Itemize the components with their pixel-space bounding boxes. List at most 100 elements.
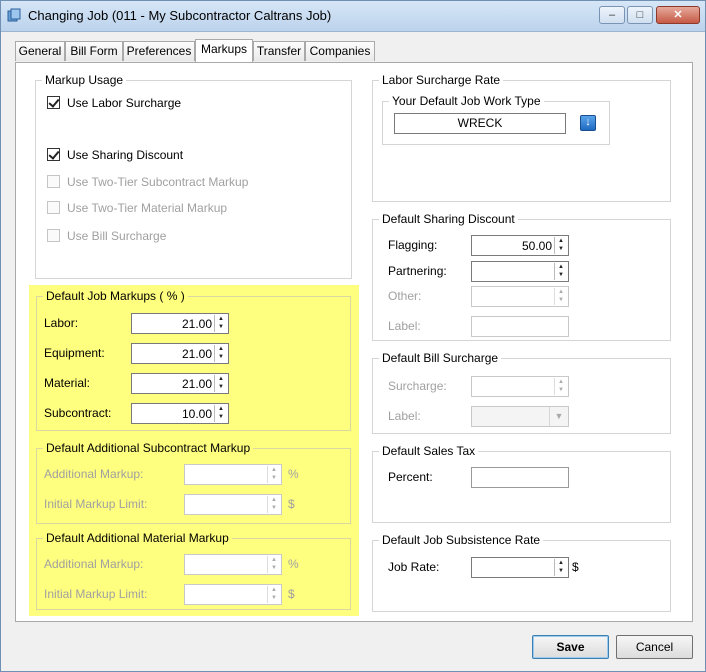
- material-label: Material:: [44, 376, 91, 390]
- other-spinner[interactable]: ▲ ▼: [554, 288, 567, 305]
- mat-initial-limit-spinner[interactable]: ▲ ▼: [267, 586, 280, 603]
- mat-initial-limit-unit: $: [288, 587, 295, 601]
- use-labor-surcharge-label[interactable]: Use Labor Surcharge: [67, 96, 181, 110]
- spin-down-icon: ▼: [558, 297, 564, 303]
- material-spinner[interactable]: ▲ ▼: [214, 375, 227, 392]
- equipment-markup-value: 21.00: [181, 347, 212, 361]
- tab-preferences[interactable]: Preferences: [123, 41, 195, 61]
- other-input[interactable]: ▲ ▼: [471, 286, 569, 307]
- labor-surcharge-rate-title: Labor Surcharge Rate: [379, 73, 504, 87]
- subsistence-group: Default Job Subsistence Rate Job Rate: ▲…: [372, 533, 671, 612]
- equipment-markup-input[interactable]: 21.00 ▲ ▼: [131, 343, 229, 364]
- spin-down-icon: ▼: [558, 272, 564, 278]
- close-button[interactable]: ✕: [656, 6, 700, 24]
- use-bill-surcharge-checkbox[interactable]: [47, 229, 60, 242]
- spin-up-icon: ▲: [558, 238, 564, 244]
- mat-initial-limit-label: Initial Markup Limit:: [44, 587, 148, 601]
- mat-additional-unit: %: [288, 557, 299, 571]
- sub-additional-markup-input[interactable]: ▲ ▼: [184, 464, 282, 485]
- material-markup-input[interactable]: 21.00 ▲ ▼: [131, 373, 229, 394]
- sharing-label-input[interactable]: [471, 316, 569, 337]
- chevron-down-icon[interactable]: ▼: [549, 407, 568, 426]
- spin-up-icon: ▲: [218, 376, 224, 382]
- mat-additional-markup-input[interactable]: ▲ ▼: [184, 554, 282, 575]
- labor-markup-input[interactable]: 21.00 ▲ ▼: [131, 313, 229, 334]
- subcontract-markup-input[interactable]: 10.00 ▲ ▼: [131, 403, 229, 424]
- additional-material-title: Default Additional Material Markup: [43, 531, 232, 545]
- spin-up-icon: ▲: [218, 316, 224, 322]
- sharing-discount-group: Default Sharing Discount Flagging: 50.00…: [372, 212, 671, 341]
- flagging-spinner[interactable]: ▲ ▼: [554, 237, 567, 254]
- use-sharing-discount-label[interactable]: Use Sharing Discount: [67, 148, 183, 162]
- work-type-dropdown-button[interactable]: ↓: [580, 115, 596, 131]
- maximize-button[interactable]: □: [627, 6, 653, 24]
- close-icon: ✕: [673, 9, 683, 21]
- spin-up-icon: ▲: [271, 587, 277, 593]
- work-type-group: Your Default Job Work Type WRECK ↓: [382, 94, 610, 145]
- cancel-button[interactable]: Cancel: [616, 635, 693, 659]
- partnering-spinner[interactable]: ▲ ▼: [554, 263, 567, 280]
- spin-down-icon: ▼: [558, 387, 564, 393]
- mat-initial-limit-input[interactable]: ▲ ▼: [184, 584, 282, 605]
- use-two-tier-material-checkbox[interactable]: [47, 201, 60, 214]
- sub-additional-markup-label: Additional Markup:: [44, 467, 144, 481]
- labor-spinner[interactable]: ▲ ▼: [214, 315, 227, 332]
- other-label: Other:: [388, 289, 422, 303]
- minimize-button[interactable]: –: [599, 6, 625, 24]
- spin-up-icon: ▲: [218, 346, 224, 352]
- markups-panel: Markup Usage Use Labor Surcharge Use Sha…: [15, 62, 693, 622]
- tab-transfer[interactable]: Transfer: [253, 41, 305, 61]
- job-markups-highlight: Default Job Markups ( % ) Labor: 21.00 ▲…: [29, 285, 359, 616]
- flagging-label: Flagging:: [388, 238, 438, 252]
- work-type-field[interactable]: WRECK: [394, 113, 566, 134]
- partnering-input[interactable]: ▲ ▼: [471, 261, 569, 282]
- sales-tax-percent-input[interactable]: [471, 467, 569, 488]
- title-bar[interactable]: Changing Job (011 - My Subcontractor Cal…: [1, 1, 705, 32]
- bill-surcharge-group: Default Bill Surcharge Surcharge: ▲ ▼ Lab…: [372, 351, 671, 434]
- spin-up-icon: ▲: [218, 406, 224, 412]
- flagging-input[interactable]: 50.00 ▲ ▼: [471, 235, 569, 256]
- dialog-window: Changing Job (011 - My Subcontractor Cal…: [0, 0, 706, 672]
- equipment-label: Equipment:: [44, 346, 105, 360]
- equipment-spinner[interactable]: ▲ ▼: [214, 345, 227, 362]
- job-rate-spinner[interactable]: ▲ ▼: [554, 559, 567, 576]
- spin-up-icon: ▲: [271, 467, 277, 473]
- sub-initial-limit-input[interactable]: ▲ ▼: [184, 494, 282, 515]
- use-sharing-discount-checkbox[interactable]: [47, 148, 60, 161]
- bill-label-combo[interactable]: ▼: [471, 406, 569, 427]
- spin-up-icon: ▲: [271, 497, 277, 503]
- sales-tax-group: Default Sales Tax Percent:: [372, 444, 671, 523]
- use-two-tier-subcontract-checkbox[interactable]: [47, 175, 60, 188]
- surcharge-input[interactable]: ▲ ▼: [471, 376, 569, 397]
- use-labor-surcharge-checkbox[interactable]: [47, 96, 60, 109]
- default-job-markups-group: Default Job Markups ( % ) Labor: 21.00 ▲…: [36, 289, 351, 431]
- additional-material-group: Default Additional Material Markup Addit…: [36, 531, 351, 610]
- additional-subcontract-title: Default Additional Subcontract Markup: [43, 441, 254, 455]
- spin-up-icon: ▲: [271, 557, 277, 563]
- sub-initial-limit-spinner[interactable]: ▲ ▼: [267, 496, 280, 513]
- sub-additional-spinner[interactable]: ▲ ▼: [267, 466, 280, 483]
- subcontract-spinner[interactable]: ▲ ▼: [214, 405, 227, 422]
- job-rate-unit: $: [572, 560, 579, 574]
- tab-general[interactable]: General: [15, 41, 65, 61]
- job-rate-input[interactable]: ▲ ▼: [471, 557, 569, 578]
- use-two-tier-material-label: Use Two-Tier Material Markup: [67, 201, 228, 215]
- surcharge-spinner[interactable]: ▲ ▼: [554, 378, 567, 395]
- markup-usage-group: Markup Usage Use Labor Surcharge Use Sha…: [35, 73, 352, 279]
- tab-bill-form[interactable]: Bill Form: [65, 41, 123, 61]
- percent-label: Percent:: [388, 470, 433, 484]
- mat-additional-spinner[interactable]: ▲ ▼: [267, 556, 280, 573]
- spin-down-icon: ▼: [271, 595, 277, 601]
- sub-additional-unit: %: [288, 467, 299, 481]
- spin-down-icon: ▼: [271, 565, 277, 571]
- tab-markups[interactable]: Markups: [195, 39, 253, 62]
- subcontract-markup-value: 10.00: [181, 407, 212, 421]
- spin-down-icon: ▼: [271, 505, 277, 511]
- spin-down-icon: ▼: [558, 246, 564, 252]
- spin-up-icon: ▲: [558, 289, 564, 295]
- job-rate-label: Job Rate:: [388, 560, 440, 574]
- tab-companies[interactable]: Companies: [305, 41, 375, 61]
- default-job-markups-title: Default Job Markups ( % ): [43, 289, 188, 303]
- minimize-icon: –: [608, 9, 616, 21]
- save-button[interactable]: Save: [532, 635, 609, 659]
